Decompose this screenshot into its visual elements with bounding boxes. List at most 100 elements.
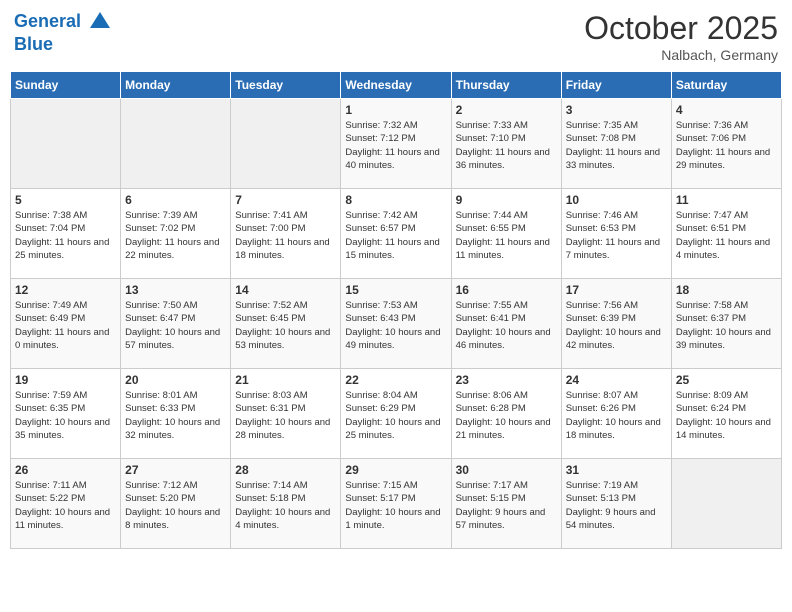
calendar-cell xyxy=(671,459,781,549)
calendar-cell xyxy=(11,99,121,189)
day-info: Sunrise: 7:35 AM Sunset: 7:08 PM Dayligh… xyxy=(566,119,667,172)
week-row-4: 19 Sunrise: 7:59 AM Sunset: 6:35 PM Dayli… xyxy=(11,369,782,459)
day-info: Sunrise: 7:12 AM Sunset: 5:20 PM Dayligh… xyxy=(125,479,226,532)
calendar-cell: 12Sunrise: 7:49 AM Sunset: 6:49 PM Dayli… xyxy=(11,279,121,369)
day-info: Sunrise: 7:41 AM Sunset: 7:00 PM Dayligh… xyxy=(235,209,336,262)
calendar-cell: 25 Sunrise: 8:09 AM Sunset: 6:24 PM Dayli… xyxy=(671,369,781,459)
calendar-cell: 3 Sunrise: 7:35 AM Sunset: 7:08 PM Daylig… xyxy=(561,99,671,189)
calendar-cell: 19 Sunrise: 7:59 AM Sunset: 6:35 PM Dayli… xyxy=(11,369,121,459)
day-number: 26 xyxy=(15,463,116,477)
day-info: Sunrise: 7:33 AM Sunset: 7:10 PM Dayligh… xyxy=(456,119,557,172)
day-number: 6 xyxy=(125,193,226,207)
day-number: 7 xyxy=(235,193,336,207)
weekday-header-thursday: Thursday xyxy=(451,72,561,99)
day-info: Sunrise: 7:47 AM Sunset: 6:51 PM Dayligh… xyxy=(676,209,777,262)
week-row-3: 12Sunrise: 7:49 AM Sunset: 6:49 PM Dayli… xyxy=(11,279,782,369)
weekday-header-friday: Friday xyxy=(561,72,671,99)
day-number: 12 xyxy=(15,283,116,297)
calendar-cell: 31 Sunrise: 7:19 AM Sunset: 5:13 PM Dayli… xyxy=(561,459,671,549)
calendar-cell: 13Sunrise: 7:50 AM Sunset: 6:47 PM Dayli… xyxy=(121,279,231,369)
day-info: Sunrise: 7:56 AM Sunset: 6:39 PM Dayligh… xyxy=(566,299,667,352)
day-number: 3 xyxy=(566,103,667,117)
day-number: 21 xyxy=(235,373,336,387)
page-header: General Blue October 2025 Nalbach, Germa… xyxy=(10,10,782,63)
day-number: 30 xyxy=(456,463,557,477)
calendar-cell: 29 Sunrise: 7:15 AM Sunset: 5:17 PM Dayli… xyxy=(341,459,451,549)
day-info: Sunrise: 7:19 AM Sunset: 5:13 PM Dayligh… xyxy=(566,479,667,532)
day-number: 28 xyxy=(235,463,336,477)
calendar-cell: 9 Sunrise: 7:44 AM Sunset: 6:55 PM Daylig… xyxy=(451,189,561,279)
day-number: 13 xyxy=(125,283,226,297)
weekday-header-sunday: Sunday xyxy=(11,72,121,99)
location: Nalbach, Germany xyxy=(584,47,778,63)
title-section: October 2025 Nalbach, Germany xyxy=(584,10,778,63)
calendar-cell: 2Sunrise: 7:33 AM Sunset: 7:10 PM Daylig… xyxy=(451,99,561,189)
month-title: October 2025 xyxy=(584,10,778,47)
day-number: 10 xyxy=(566,193,667,207)
calendar-cell: 1 Sunrise: 7:32 AM Sunset: 7:12 PM Daylig… xyxy=(341,99,451,189)
calendar-cell: 30 Sunrise: 7:17 AM Sunset: 5:15 PM Dayli… xyxy=(451,459,561,549)
calendar-cell: 4Sunrise: 7:36 AM Sunset: 7:06 PM Daylig… xyxy=(671,99,781,189)
day-number: 1 xyxy=(345,103,446,117)
day-number: 9 xyxy=(456,193,557,207)
day-info: Sunrise: 8:06 AM Sunset: 6:28 PM Dayligh… xyxy=(456,389,557,442)
calendar-cell: 11 Sunrise: 7:47 AM Sunset: 6:51 PM Dayli… xyxy=(671,189,781,279)
day-info: Sunrise: 7:53 AM Sunset: 6:43 PM Dayligh… xyxy=(345,299,446,352)
day-number: 25 xyxy=(676,373,777,387)
calendar-cell: 6 Sunrise: 7:39 AM Sunset: 7:02 PM Daylig… xyxy=(121,189,231,279)
week-row-1: 1 Sunrise: 7:32 AM Sunset: 7:12 PM Daylig… xyxy=(11,99,782,189)
day-number: 18 xyxy=(676,283,777,297)
day-number: 20 xyxy=(125,373,226,387)
day-number: 5 xyxy=(15,193,116,207)
weekday-header-monday: Monday xyxy=(121,72,231,99)
calendar-cell: 23 Sunrise: 8:06 AM Sunset: 6:28 PM Dayli… xyxy=(451,369,561,459)
weekday-header-saturday: Saturday xyxy=(671,72,781,99)
day-info: Sunrise: 8:04 AM Sunset: 6:29 PM Dayligh… xyxy=(345,389,446,442)
calendar-cell: 27 Sunrise: 7:12 AM Sunset: 5:20 PM Dayli… xyxy=(121,459,231,549)
day-info: Sunrise: 8:09 AM Sunset: 6:24 PM Dayligh… xyxy=(676,389,777,442)
day-info: Sunrise: 8:07 AM Sunset: 6:26 PM Dayligh… xyxy=(566,389,667,442)
day-info: Sunrise: 8:01 AM Sunset: 6:33 PM Dayligh… xyxy=(125,389,226,442)
calendar-cell: 18Sunrise: 7:58 AM Sunset: 6:37 PM Dayli… xyxy=(671,279,781,369)
day-info: Sunrise: 7:55 AM Sunset: 6:41 PM Dayligh… xyxy=(456,299,557,352)
day-info: Sunrise: 7:46 AM Sunset: 6:53 PM Dayligh… xyxy=(566,209,667,262)
calendar-cell: 7 Sunrise: 7:41 AM Sunset: 7:00 PM Daylig… xyxy=(231,189,341,279)
day-number: 23 xyxy=(456,373,557,387)
day-number: 19 xyxy=(15,373,116,387)
day-info: Sunrise: 7:59 AM Sunset: 6:35 PM Dayligh… xyxy=(15,389,116,442)
calendar-cell: 26 Sunrise: 7:11 AM Sunset: 5:22 PM Dayli… xyxy=(11,459,121,549)
logo-blue: Blue xyxy=(14,34,53,54)
calendar-cell: 14Sunrise: 7:52 AM Sunset: 6:45 PM Dayli… xyxy=(231,279,341,369)
day-number: 17 xyxy=(566,283,667,297)
day-info: Sunrise: 7:17 AM Sunset: 5:15 PM Dayligh… xyxy=(456,479,557,532)
day-number: 11 xyxy=(676,193,777,207)
day-info: Sunrise: 7:15 AM Sunset: 5:17 PM Dayligh… xyxy=(345,479,446,532)
calendar-cell: 21 Sunrise: 8:03 AM Sunset: 6:31 PM Dayli… xyxy=(231,369,341,459)
day-info: Sunrise: 7:11 AM Sunset: 5:22 PM Dayligh… xyxy=(15,479,116,532)
logo: General Blue xyxy=(14,10,112,56)
day-number: 22 xyxy=(345,373,446,387)
logo-general: General xyxy=(14,11,81,31)
calendar-cell: 8Sunrise: 7:42 AM Sunset: 6:57 PM Daylig… xyxy=(341,189,451,279)
day-number: 29 xyxy=(345,463,446,477)
day-info: Sunrise: 7:39 AM Sunset: 7:02 PM Dayligh… xyxy=(125,209,226,262)
day-info: Sunrise: 7:32 AM Sunset: 7:12 PM Dayligh… xyxy=(345,119,446,172)
calendar-cell: 20 Sunrise: 8:01 AM Sunset: 6:33 PM Dayli… xyxy=(121,369,231,459)
calendar-cell: 28 Sunrise: 7:14 AM Sunset: 5:18 PM Dayli… xyxy=(231,459,341,549)
weekday-header-wednesday: Wednesday xyxy=(341,72,451,99)
day-info: Sunrise: 7:14 AM Sunset: 5:18 PM Dayligh… xyxy=(235,479,336,532)
day-number: 14 xyxy=(235,283,336,297)
calendar-table: SundayMondayTuesdayWednesdayThursdayFrid… xyxy=(10,71,782,549)
day-number: 27 xyxy=(125,463,226,477)
week-row-2: 5 Sunrise: 7:38 AM Sunset: 7:04 PM Daylig… xyxy=(11,189,782,279)
day-info: Sunrise: 7:44 AM Sunset: 6:55 PM Dayligh… xyxy=(456,209,557,262)
day-info: Sunrise: 7:38 AM Sunset: 7:04 PM Dayligh… xyxy=(15,209,116,262)
calendar-cell: 5 Sunrise: 7:38 AM Sunset: 7:04 PM Daylig… xyxy=(11,189,121,279)
weekday-header-tuesday: Tuesday xyxy=(231,72,341,99)
day-number: 31 xyxy=(566,463,667,477)
day-number: 8 xyxy=(345,193,446,207)
calendar-cell: 10 Sunrise: 7:46 AM Sunset: 6:53 PM Dayli… xyxy=(561,189,671,279)
day-info: Sunrise: 7:36 AM Sunset: 7:06 PM Dayligh… xyxy=(676,119,777,172)
calendar-cell xyxy=(121,99,231,189)
day-info: Sunrise: 8:03 AM Sunset: 6:31 PM Dayligh… xyxy=(235,389,336,442)
